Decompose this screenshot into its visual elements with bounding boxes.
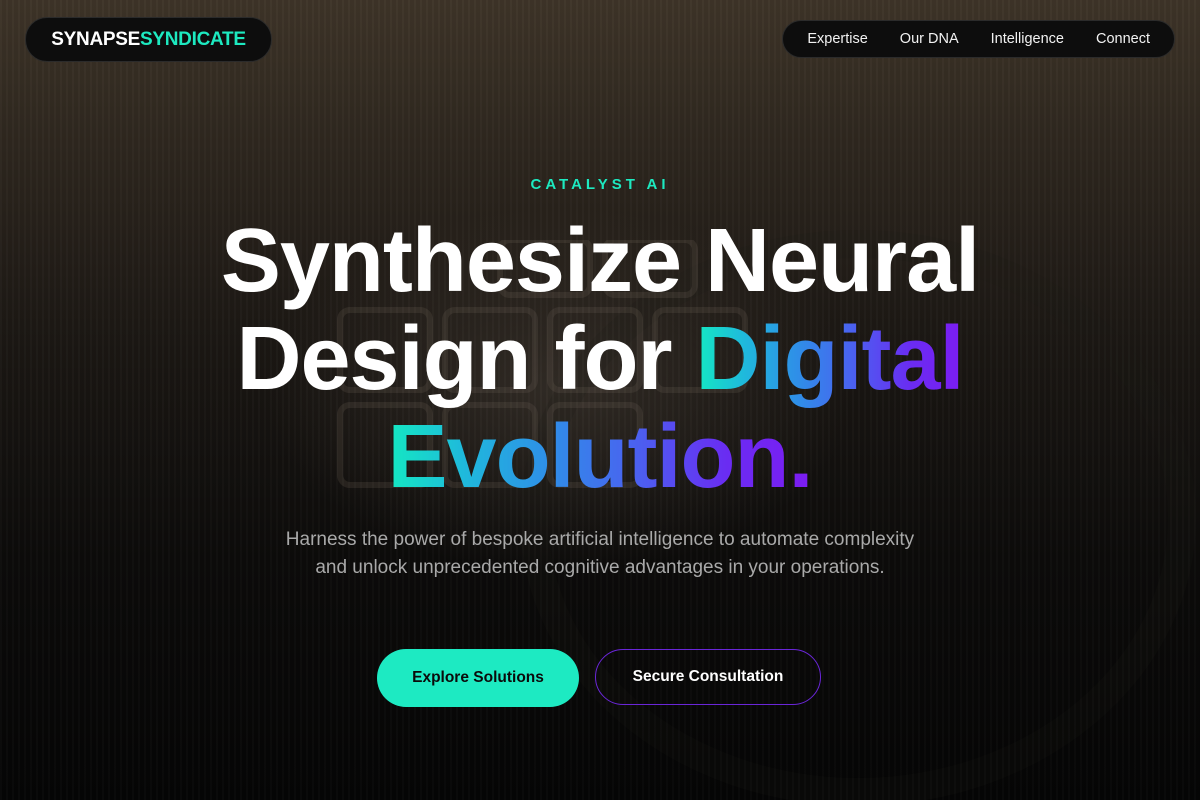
secure-consultation-button[interactable]: Secure Consultation bbox=[595, 649, 821, 705]
explore-solutions-button[interactable]: Explore Solutions bbox=[377, 649, 579, 707]
landing-page: SYNAPSE SYNDICATE Expertise Our DNA Intel… bbox=[0, 0, 1200, 800]
brand-logo-part2: SYNDICATE bbox=[140, 28, 246, 50]
hero-headline: Synthesize Neural Design for Digital Evo… bbox=[0, 212, 1200, 506]
headline-line3: Evolution. bbox=[0, 408, 1200, 506]
headline-line2-accent: Digital bbox=[695, 309, 965, 409]
headline-line3-accent: Evolution. bbox=[387, 407, 814, 507]
headline-line2-plain: Design for bbox=[236, 309, 696, 409]
main-nav: Expertise Our DNA Intelligence Connect bbox=[782, 20, 1175, 58]
brand-logo[interactable]: SYNAPSE SYNDICATE bbox=[25, 17, 272, 62]
nav-item-intelligence[interactable]: Intelligence bbox=[991, 31, 1064, 47]
nav-item-our-dna[interactable]: Our DNA bbox=[900, 31, 959, 47]
hero-eyebrow: CATALYST AI bbox=[530, 176, 670, 193]
hero-subtitle: Harness the power of bespoke artificial … bbox=[285, 529, 915, 578]
nav-item-connect[interactable]: Connect bbox=[1096, 31, 1150, 47]
headline-line1: Synthesize Neural bbox=[220, 211, 980, 311]
nav-item-expertise[interactable]: Expertise bbox=[807, 31, 867, 47]
headline-line2: Design for Digital bbox=[0, 310, 1200, 408]
brand-logo-part1: SYNAPSE bbox=[51, 28, 141, 50]
